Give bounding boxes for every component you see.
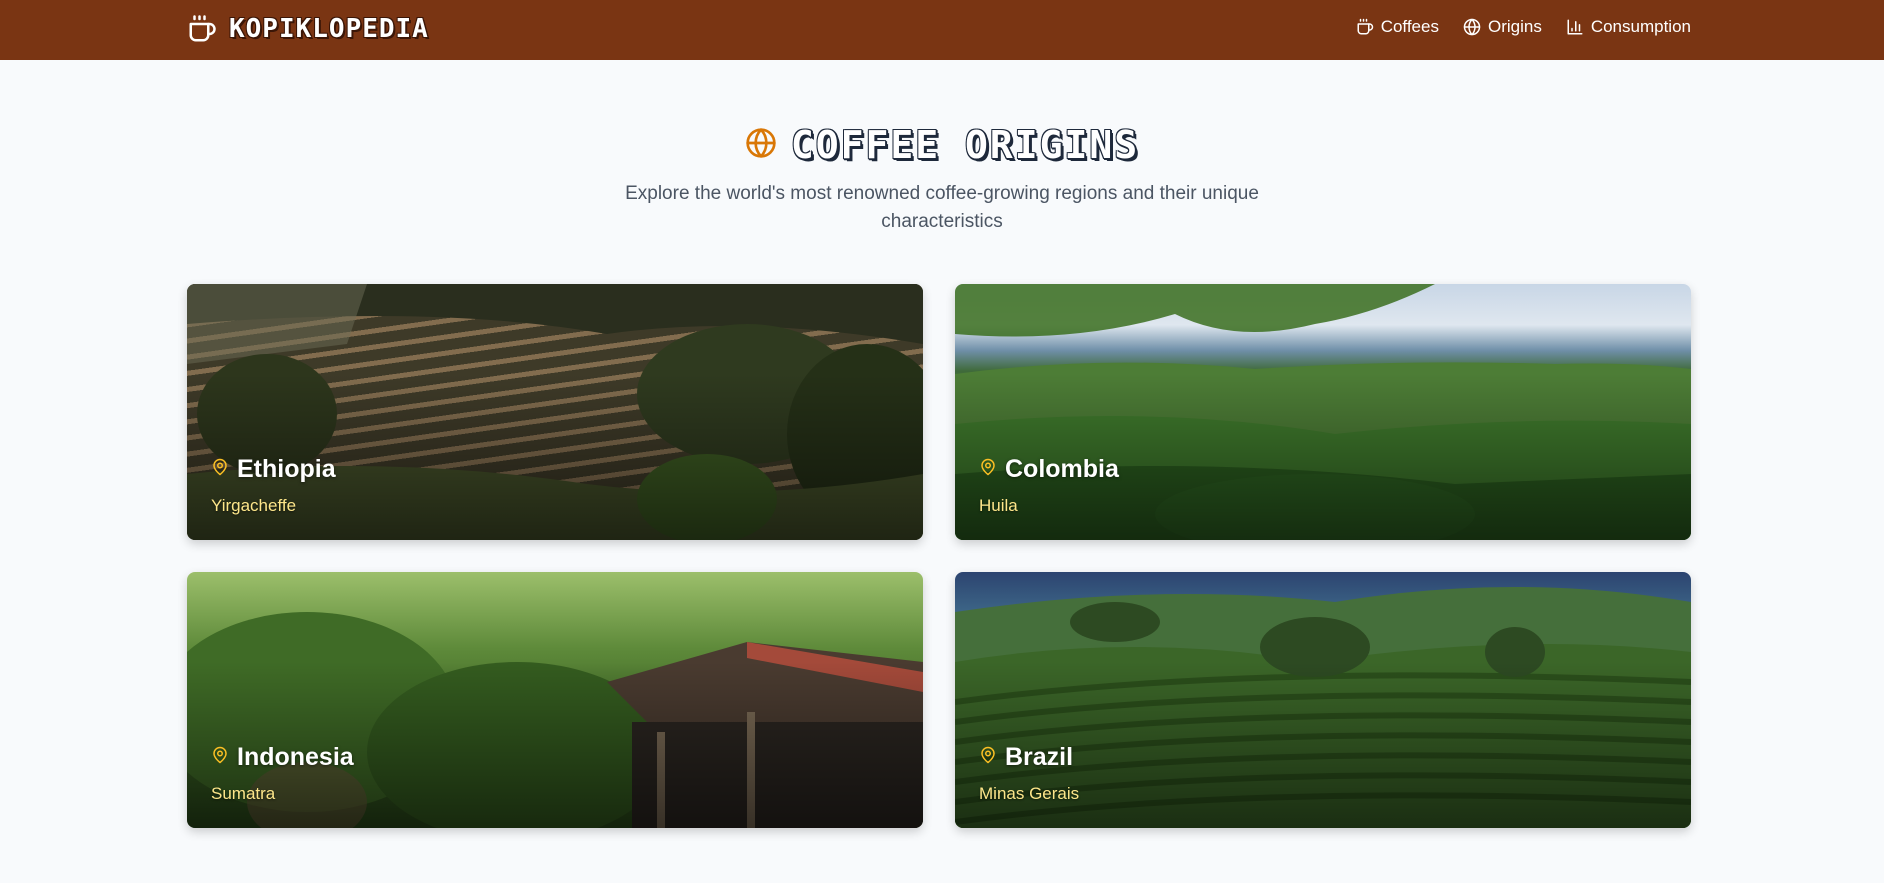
- origin-label: Indonesia Sumatra: [211, 743, 354, 804]
- page-title: COFFEE ORIGINS: [790, 123, 1140, 167]
- origin-region: Yirgacheffe: [211, 496, 297, 515]
- map-pin-icon: [979, 746, 997, 769]
- nav-link-label: Coffees: [1380, 17, 1439, 36]
- origin-region: Huila: [979, 496, 1018, 515]
- brand-name: KOPIKLOPEDIA: [229, 14, 429, 44]
- nav-link-coffees[interactable]: Coffees: [1356, 17, 1439, 37]
- map-pin-icon: [211, 458, 229, 481]
- map-pin-icon: [211, 746, 229, 769]
- nav-links: Coffees Origins Consumption: [1356, 17, 1691, 37]
- origin-country-row: Indonesia: [211, 743, 354, 772]
- origin-label: Colombia Huila: [979, 455, 1119, 516]
- origin-country: Ethiopia: [237, 455, 336, 483]
- origin-card-colombia[interactable]: Colombia Huila: [955, 284, 1691, 540]
- brand-logo-link[interactable]: KOPIKLOPEDIA: [187, 13, 429, 45]
- bar-chart-icon: [1566, 18, 1584, 36]
- top-navbar: KOPIKLOPEDIA Coffees Origins Consumption: [0, 0, 1884, 60]
- origin-card-indonesia[interactable]: Indonesia Sumatra: [187, 572, 923, 828]
- nav-link-consumption[interactable]: Consumption: [1566, 17, 1691, 37]
- globe-icon: [745, 127, 777, 164]
- origin-region: Sumatra: [211, 784, 276, 803]
- map-pin-icon: [979, 458, 997, 481]
- origin-card-brazil[interactable]: Brazil Minas Gerais: [955, 572, 1691, 828]
- coffee-cup-icon: [187, 14, 217, 44]
- coffee-cup-icon: [1356, 18, 1374, 36]
- origin-country: Colombia: [1005, 455, 1119, 483]
- origin-card-ethiopia[interactable]: Ethiopia Yirgacheffe: [187, 284, 923, 540]
- nav-link-label: Origins: [1487, 17, 1542, 36]
- origin-region: Minas Gerais: [979, 784, 1080, 803]
- nav-link-label: Consumption: [1590, 17, 1691, 36]
- origin-country: Indonesia: [237, 743, 354, 771]
- origin-country-row: Ethiopia: [211, 455, 336, 484]
- origin-country-row: Colombia: [979, 455, 1119, 484]
- page-header: COFFEE ORIGINS Explore the world's most …: [0, 120, 1884, 236]
- origin-label: Ethiopia Yirgacheffe: [211, 455, 336, 516]
- origin-country-row: Brazil: [979, 743, 1079, 772]
- nav-link-origins[interactable]: Origins: [1463, 17, 1542, 37]
- page-subtitle: Explore the world's most renowned coffee…: [625, 183, 1259, 232]
- origin-country: Brazil: [1005, 743, 1074, 771]
- page-title-row: COFFEE ORIGINS: [0, 120, 1884, 170]
- origin-label: Brazil Minas Gerais: [979, 743, 1079, 804]
- globe-icon: [1463, 18, 1481, 36]
